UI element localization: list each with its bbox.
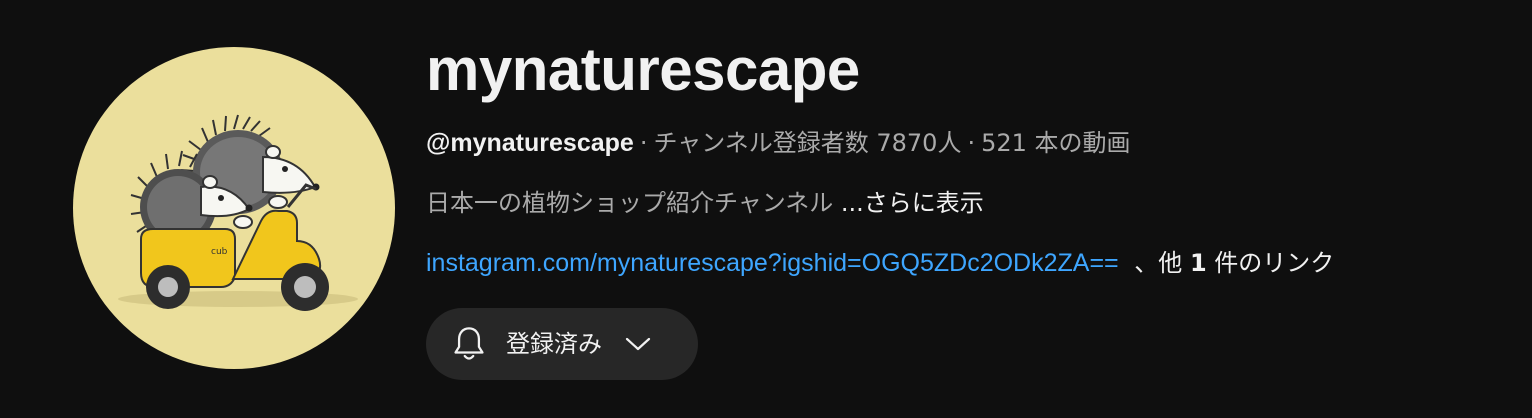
channel-info: mynaturescape @mynaturescape · チャンネル登録者数 7… (426, 30, 1506, 380)
other-links-button[interactable]: 、他 1 件のリンク (1134, 249, 1334, 277)
meta-separator: · (639, 129, 648, 157)
channel-avatar[interactable]: cub (73, 47, 395, 369)
channel-handle: @mynaturescape (426, 129, 634, 157)
other-links-prefix: 、他 (1134, 249, 1183, 277)
instagram-link[interactable]: instagram.com/mynaturescape?igshid=OGQ5Z… (426, 249, 1119, 277)
subscribed-button[interactable]: 登録済み (426, 308, 698, 380)
chevron-down-icon (625, 337, 651, 351)
channel-links: instagram.com/mynaturescape?igshid=OGQ5Z… (426, 246, 1334, 280)
channel-name: mynaturescape (426, 36, 860, 103)
other-links-count: 1 (1189, 249, 1207, 277)
bell-icon (454, 327, 484, 360)
show-more-link[interactable]: ...さらに表示 (841, 189, 984, 217)
meta-separator: · (967, 129, 976, 157)
other-links-suffix: 件のリンク (1214, 249, 1335, 277)
hedgehogs-on-scooter-illustration: cub (118, 114, 358, 311)
description-text: 日本一の植物ショップ紹介チャンネル (426, 189, 834, 217)
channel-meta: @mynaturescape · チャンネル登録者数 7870人 · 521 本の動画 (426, 126, 1131, 160)
sidecar-logo: cub (211, 247, 228, 257)
subscribed-label: 登録済み (506, 330, 602, 358)
subscriber-count: チャンネル登録者数 7870人 (653, 129, 962, 157)
video-count: 521 本の動画 (981, 129, 1131, 157)
channel-description[interactable]: 日本一の植物ショップ紹介チャンネル ...さらに表示 (426, 186, 984, 220)
